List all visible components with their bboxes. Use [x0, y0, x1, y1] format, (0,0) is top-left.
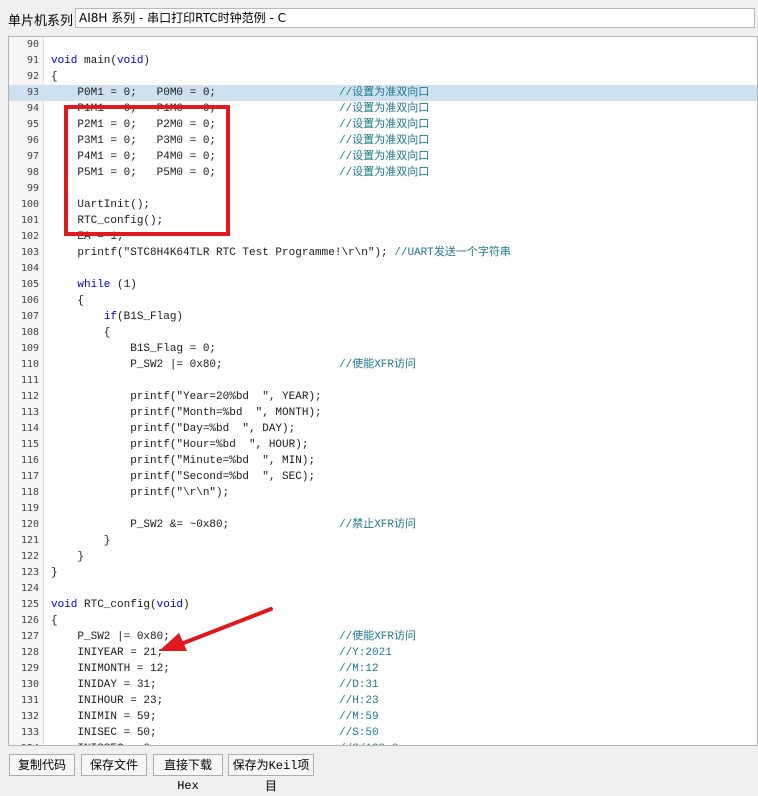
annotation-arrow-icon [159, 607, 273, 651]
top-bar: 单片机系列 AI8H 系列 - 串口打印RTC时钟范例 - C [0, 0, 758, 36]
save-file-button[interactable]: 保存文件 [81, 754, 147, 776]
copy-code-button[interactable]: 复制代码 [9, 754, 75, 776]
series-select[interactable]: AI8H 系列 - 串口打印RTC时钟范例 - C [75, 8, 755, 28]
bottom-button-bar: 复制代码 保存文件 直接下载 Hex 保存为Keil项目 [0, 746, 758, 794]
download-hex-suffix: Hex [177, 779, 199, 793]
code-editor[interactable]: 90 91 void main(void) 92{93 P0M1 = 0; P0M0 … [8, 36, 758, 746]
series-label: 单片机系列 [8, 14, 74, 29]
save-keil-prefix: 保存为 [232, 758, 269, 772]
download-hex-button[interactable]: 直接下载 Hex [153, 754, 223, 793]
download-hex-label: 直接下载 [163, 758, 212, 772]
save-keil-mid: Keil [268, 759, 298, 773]
save-keil-project-button[interactable]: 保存为Keil项目 [228, 754, 314, 793]
